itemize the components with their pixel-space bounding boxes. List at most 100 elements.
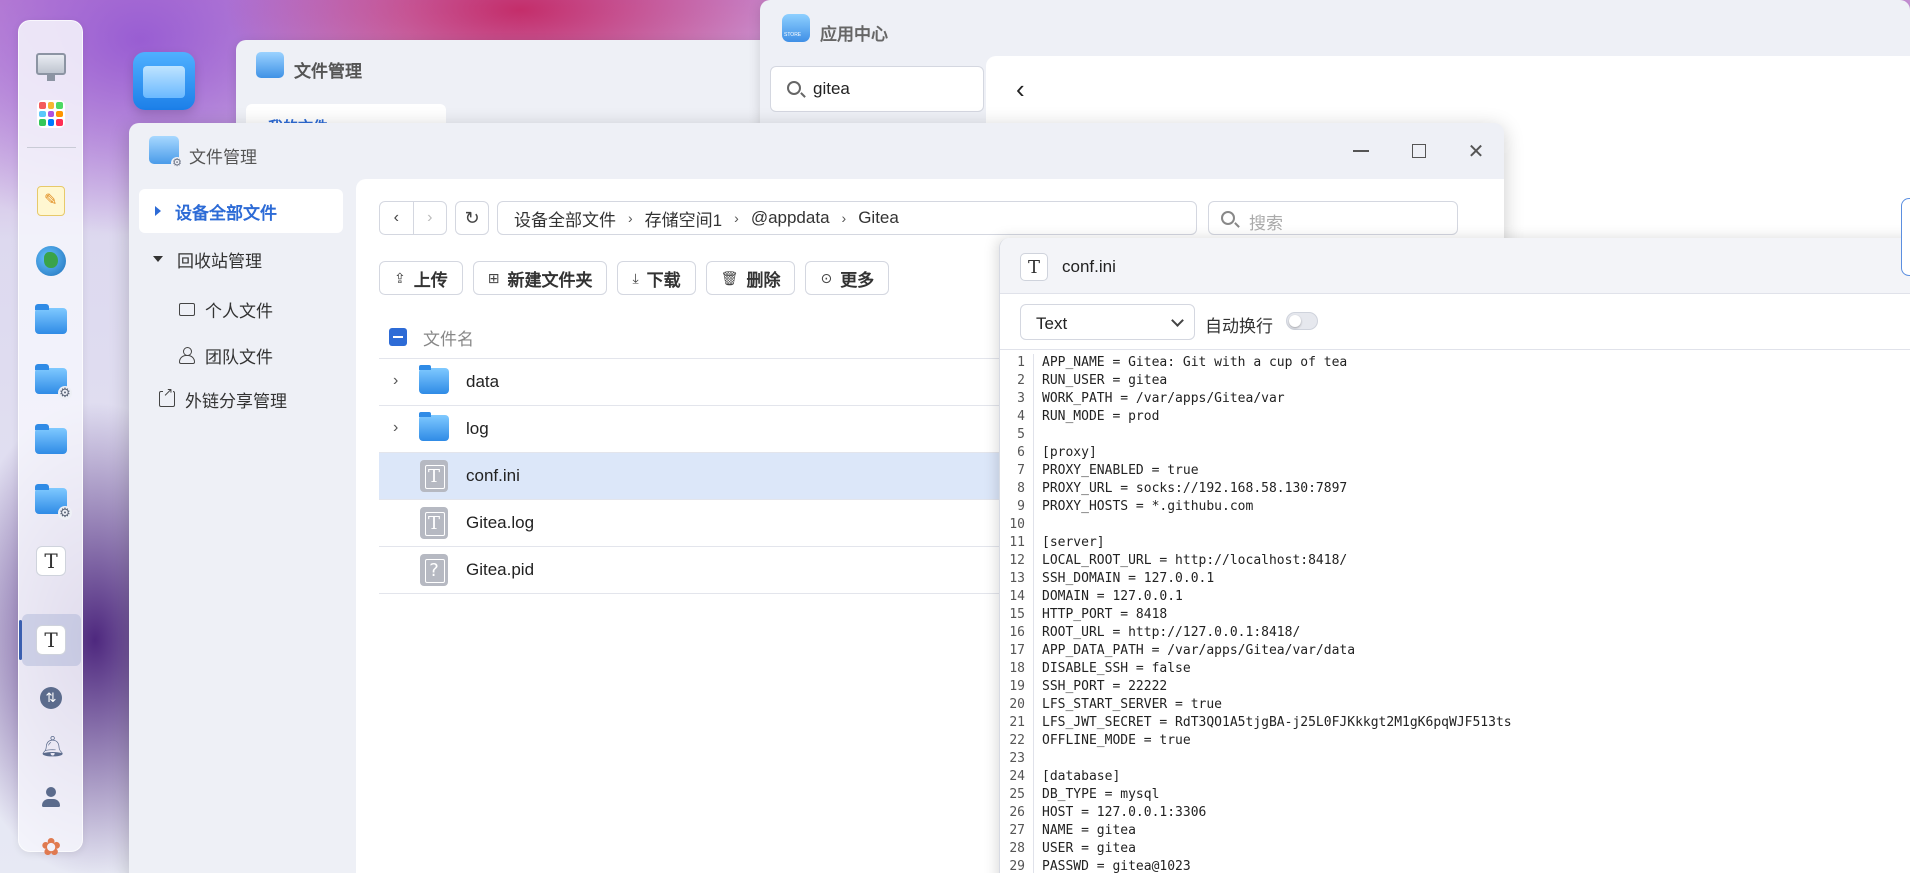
- new-folder-button[interactable]: ⊞ 新建文件夹: [472, 261, 608, 295]
- folder-icon[interactable]: [34, 304, 68, 338]
- code-line[interactable]: 15 HTTP_PORT = 8418: [1000, 606, 1910, 624]
- file-name: conf.ini: [466, 466, 520, 485]
- expand-chevron-icon[interactable]: ›: [393, 420, 403, 436]
- forward-button[interactable]: ›: [412, 202, 447, 234]
- notes-icon[interactable]: [34, 184, 68, 218]
- title-bar[interactable]: T conf.ini: [1000, 238, 1910, 294]
- bell-icon[interactable]: 🔔︎: [34, 730, 68, 764]
- code-line[interactable]: 4 RUN_MODE = prod: [1000, 408, 1910, 426]
- code-line[interactable]: 2 RUN_USER = gitea: [1000, 372, 1910, 390]
- code-line[interactable]: 21 LFS_JWT_SECRET = RdT3QO1A5tjgBA-j25L0F…: [1000, 714, 1910, 732]
- button-label: 更多: [840, 270, 875, 290]
- title-bar[interactable]: 文件管理 ✕: [129, 123, 1504, 179]
- offscreen-panel-edge[interactable]: [1901, 198, 1910, 276]
- monitor-icon[interactable]: [34, 47, 68, 81]
- code-line[interactable]: 3 WORK_PATH = /var/apps/Gitea/var: [1000, 390, 1910, 408]
- sidebar-item-label: 团队文件: [205, 347, 273, 367]
- transfer-icon[interactable]: ⇅: [34, 681, 68, 715]
- text-editor-icon[interactable]: T: [34, 623, 68, 657]
- back-chevron-icon[interactable]: ‹: [1016, 74, 1025, 105]
- line-text: USER = gitea: [1042, 841, 1136, 856]
- breadcrumb-item[interactable]: 存储空间1: [645, 206, 722, 231]
- code-line[interactable]: 22 OFFLINE_MODE = true: [1000, 732, 1910, 750]
- line-text: HTTP_PORT = 8418: [1042, 607, 1168, 622]
- sidebar-item-share[interactable]: 外链分享管理: [139, 377, 343, 421]
- app-search-input[interactable]: gitea: [770, 66, 984, 112]
- code-line[interactable]: 7 PROXY_ENABLED = true: [1000, 462, 1910, 480]
- refresh-button[interactable]: ↻: [455, 201, 489, 235]
- word-wrap-toggle[interactable]: [1286, 312, 1318, 330]
- sidebar-item-team[interactable]: 团队文件: [139, 333, 343, 377]
- breadcrumb-item[interactable]: @appdata: [751, 208, 830, 228]
- desktop-folder-icon[interactable]: [133, 52, 195, 110]
- line-text: SSH_PORT = 22222: [1042, 679, 1168, 694]
- close-button[interactable]: ✕: [1462, 137, 1490, 165]
- line-number: 28: [1000, 840, 1034, 858]
- line-number: 25: [1000, 786, 1034, 804]
- download-button[interactable]: ⤓ 下载: [617, 261, 696, 295]
- folder-settings-icon[interactable]: [34, 484, 72, 520]
- line-text: DISABLE_SSH = false: [1042, 661, 1191, 676]
- code-line[interactable]: 13 SSH_DOMAIN = 127.0.0.1: [1000, 570, 1910, 588]
- code-line[interactable]: 19 SSH_PORT = 22222: [1000, 678, 1910, 696]
- breadcrumb-item[interactable]: Gitea: [858, 208, 899, 228]
- globe-icon[interactable]: [34, 244, 68, 278]
- search-input[interactable]: 搜索: [1208, 201, 1458, 235]
- expand-chevron-icon[interactable]: ›: [393, 373, 403, 389]
- line-text: PROXY_HOSTS = *.githubu.com: [1042, 499, 1254, 514]
- text-editor-window: T conf.ini Text 自动换行 1 APP_NAME = Gitea: …: [999, 238, 1910, 873]
- file-name: log: [466, 419, 489, 438]
- apps-icon[interactable]: [34, 97, 68, 131]
- code-line[interactable]: 18 DISABLE_SSH = false: [1000, 660, 1910, 678]
- code-line[interactable]: 1 APP_NAME = Gitea: Git with a cup of tea: [1000, 354, 1910, 372]
- sidebar-item-personal[interactable]: 个人文件: [139, 287, 343, 331]
- code-line[interactable]: 5: [1000, 426, 1910, 444]
- code-line[interactable]: 16 ROOT_URL = http://127.0.0.1:8418/: [1000, 624, 1910, 642]
- code-line[interactable]: 12 LOCAL_ROOT_URL = http://localhost:8418…: [1000, 552, 1910, 570]
- sidebar-item-all-files[interactable]: 设备全部文件: [139, 189, 343, 233]
- column-header-name[interactable]: 文件名: [423, 325, 474, 350]
- code-line[interactable]: 26 HOST = 127.0.0.1:3306: [1000, 804, 1910, 822]
- code-line[interactable]: 27 NAME = gitea: [1000, 822, 1910, 840]
- minimize-button[interactable]: [1347, 137, 1375, 165]
- settings-icon[interactable]: ✿: [34, 831, 68, 865]
- maximize-button[interactable]: [1405, 137, 1433, 165]
- file-name: conf.ini: [1062, 257, 1116, 276]
- code-line[interactable]: 23: [1000, 750, 1910, 768]
- code-line[interactable]: 29 PASSWD = gitea@1023: [1000, 858, 1910, 873]
- sidebar-item-recycle[interactable]: 回收站管理: [139, 237, 343, 281]
- text-editor-icon[interactable]: T: [34, 544, 68, 578]
- line-number: 20: [1000, 696, 1034, 714]
- code-line[interactable]: 9 PROXY_HOSTS = *.githubu.com: [1000, 498, 1910, 516]
- delete-button[interactable]: 🗑︎ 删除: [705, 261, 796, 295]
- folder-icon[interactable]: [34, 424, 68, 458]
- code-editor[interactable]: 1 APP_NAME = Gitea: Git with a cup of tea…: [1000, 354, 1910, 873]
- more-button[interactable]: ⊙ 更多: [805, 261, 890, 295]
- code-line[interactable]: 20 LFS_START_SERVER = true: [1000, 696, 1910, 714]
- code-line[interactable]: 11 [server]: [1000, 534, 1910, 552]
- code-line[interactable]: 17 APP_DATA_PATH = /var/apps/Gitea/var/da…: [1000, 642, 1910, 660]
- line-text: [server]: [1042, 535, 1105, 550]
- code-line[interactable]: 14 DOMAIN = 127.0.0.1: [1000, 588, 1910, 606]
- button-label: 上传: [413, 270, 448, 290]
- breadcrumb-item[interactable]: 设备全部文件: [514, 206, 616, 231]
- syntax-mode-select[interactable]: Text: [1020, 304, 1195, 340]
- code-line[interactable]: 24 [database]: [1000, 768, 1910, 786]
- search-icon: [1221, 211, 1235, 225]
- folder-settings-icon[interactable]: [34, 364, 72, 400]
- code-line[interactable]: 10: [1000, 516, 1910, 534]
- user-icon[interactable]: [34, 780, 68, 814]
- code-line[interactable]: 25 DB_TYPE = mysql: [1000, 786, 1910, 804]
- text-file-icon: T: [420, 507, 448, 539]
- code-line[interactable]: 8 PROXY_URL = socks://192.168.58.130:7897: [1000, 480, 1910, 498]
- select-all-checkbox[interactable]: [389, 328, 407, 346]
- line-text: ROOT_URL = http://127.0.0.1:8418/: [1042, 625, 1301, 640]
- line-number: 24: [1000, 768, 1034, 786]
- back-button[interactable]: ‹: [380, 202, 413, 234]
- code-line[interactable]: 6 [proxy]: [1000, 444, 1910, 462]
- line-number: 29: [1000, 858, 1034, 873]
- code-line[interactable]: 28 USER = gitea: [1000, 840, 1910, 858]
- upload-button[interactable]: ⇪ 上传: [379, 261, 463, 295]
- line-number: 21: [1000, 714, 1034, 732]
- chevron-right-icon: ›: [734, 210, 739, 226]
